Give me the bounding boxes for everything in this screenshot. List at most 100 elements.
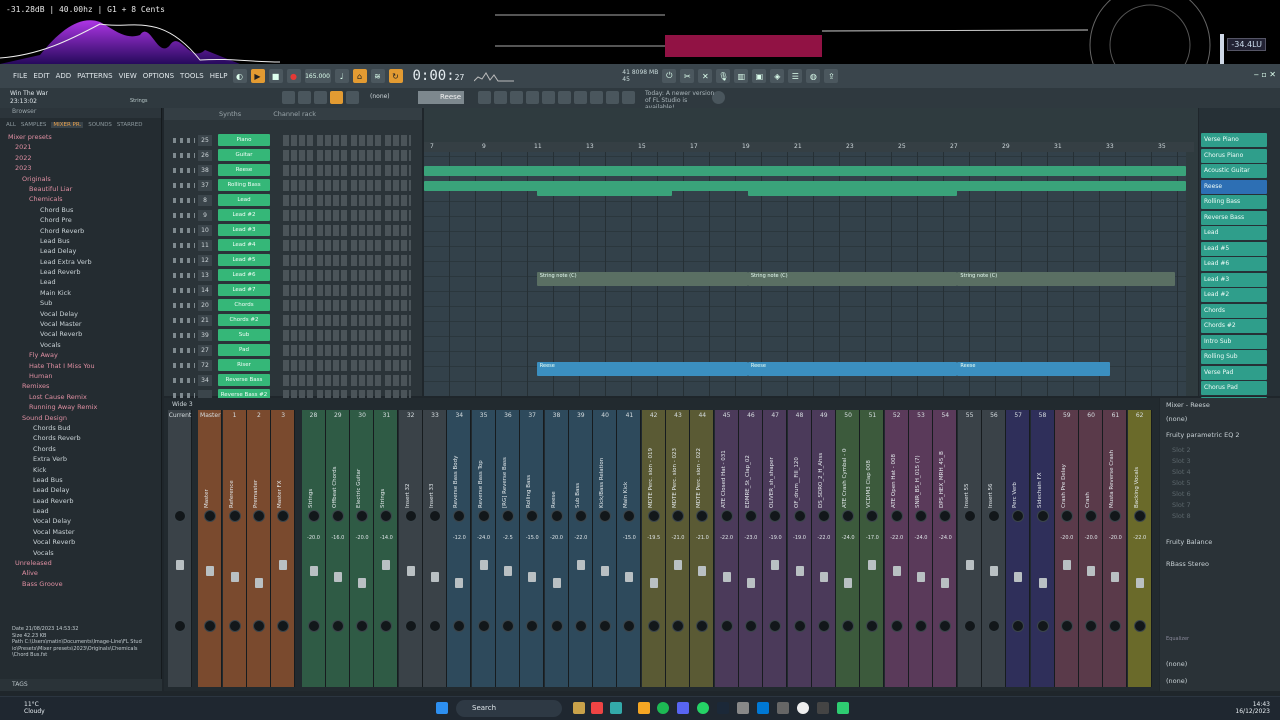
channel-mute-solo[interactable] xyxy=(173,258,195,263)
stereo-knob[interactable] xyxy=(1085,620,1098,632)
browser-file[interactable]: Lead Reverb xyxy=(8,267,161,277)
marker-icon[interactable] xyxy=(590,91,603,104)
browser-file[interactable]: Lead Reverb xyxy=(8,496,161,506)
playlist-clip[interactable]: Reese xyxy=(536,362,748,376)
volume-fader[interactable] xyxy=(528,572,537,582)
menu-add[interactable]: ADD xyxy=(55,72,73,80)
channel-step-sequencer[interactable] xyxy=(283,360,411,371)
pan-knob[interactable] xyxy=(477,510,490,522)
pan-knob[interactable] xyxy=(987,510,1000,522)
volume-fader[interactable] xyxy=(206,566,215,576)
file-explorer-icon[interactable] xyxy=(573,702,585,714)
channel-mixer-track[interactable]: 20 xyxy=(198,300,212,311)
channel-mute-solo[interactable] xyxy=(173,333,195,338)
channel-mixer-track[interactable]: 9 xyxy=(198,210,212,221)
store-icon[interactable] xyxy=(610,702,622,714)
mixer-track[interactable]: 31 Strings -14.0 xyxy=(374,410,399,687)
browser-folder[interactable]: Running Away Remix xyxy=(8,402,161,412)
chat-icon[interactable]: ◍ xyxy=(806,69,821,83)
picker-item[interactable]: Lead #3 xyxy=(1201,272,1267,287)
browser-folder[interactable]: Chemicals xyxy=(8,194,161,204)
channel-name-button[interactable]: Chords xyxy=(218,299,270,311)
picker-item[interactable]: Chords xyxy=(1201,303,1267,318)
pan-knob[interactable] xyxy=(252,510,265,522)
picker-item[interactable]: Verse Piano xyxy=(1201,133,1267,147)
channel-mixer-track[interactable]: 25 xyxy=(198,135,212,146)
pan-knob[interactable] xyxy=(550,510,563,522)
volume-fader[interactable] xyxy=(503,566,512,576)
tab-mixer-presets[interactable]: MIXER PR. xyxy=(51,122,84,128)
channel-step-sequencer[interactable] xyxy=(283,150,411,161)
volume-fader[interactable] xyxy=(1038,578,1047,588)
output-select[interactable]: (none) xyxy=(1166,660,1187,668)
channel-mixer-track[interactable]: 12 xyxy=(198,255,212,266)
pan-knob[interactable] xyxy=(574,510,587,522)
snap-select[interactable]: (none) xyxy=(370,93,390,100)
volume-fader[interactable] xyxy=(230,572,239,582)
playlist-clip-lane[interactable] xyxy=(424,181,1186,191)
volume-fader[interactable] xyxy=(674,560,682,570)
stereo-knob[interactable] xyxy=(477,620,490,632)
mixer-track[interactable]: 57 Perc Verb xyxy=(1006,410,1031,687)
volume-fader[interactable] xyxy=(722,572,731,582)
pan-knob[interactable] xyxy=(1085,510,1098,522)
cpu-icon[interactable]: ⏻ xyxy=(662,69,677,83)
channel-name-button[interactable]: Sub xyxy=(218,329,270,341)
output-select-2[interactable]: (none) xyxy=(1166,677,1187,685)
browser-file[interactable]: Lead Bus xyxy=(8,475,161,485)
browser-file[interactable]: Chord Bus xyxy=(8,205,161,215)
picker-item[interactable]: Rolling Bass xyxy=(1201,195,1267,209)
mixer-track[interactable]: 29 Offbeat Chords -16.0 xyxy=(325,410,350,687)
volume-fader[interactable] xyxy=(965,560,974,570)
playlist-clip[interactable]: String note (C) xyxy=(957,272,1175,286)
browser-file[interactable]: Main Kick xyxy=(8,288,161,298)
pattern-selector[interactable]: Reese xyxy=(418,91,464,104)
volume-fader[interactable] xyxy=(1014,572,1023,582)
plugin-icon[interactable]: ◈ xyxy=(770,69,785,83)
tags-bar[interactable]: TAGS xyxy=(0,679,162,691)
stereo-knob[interactable] xyxy=(1109,620,1122,632)
taskbar-search[interactable]: Search xyxy=(456,700,562,717)
mixer-track[interactable]: 39 Sub Bass -22.0 xyxy=(568,410,593,687)
browser-file[interactable]: Lead xyxy=(8,506,161,516)
pattern-song-toggle[interactable]: ◐ xyxy=(232,69,247,83)
channel-step-sequencer[interactable] xyxy=(283,255,411,266)
tab-samples[interactable]: SAMPLES xyxy=(21,122,46,128)
loop-record-icon[interactable]: ↻ xyxy=(388,69,403,83)
mixer-view[interactable]: Wide 3 xyxy=(172,401,193,408)
pan-knob[interactable] xyxy=(526,510,539,522)
mixer-track[interactable]: 49 DS_SDRO_2_H_Ahss -22.0 xyxy=(811,410,836,687)
mixer-track[interactable]: 36 [RG] Reverse Bass -2.5 xyxy=(495,410,520,687)
channel-mixer-track[interactable]: 14 xyxy=(198,285,212,296)
pan-knob[interactable] xyxy=(672,510,684,522)
pan-knob[interactable] xyxy=(1109,510,1122,522)
tab-all[interactable]: ALL xyxy=(6,122,16,128)
channel-mixer-track[interactable]: 8 xyxy=(198,195,212,206)
stereo-knob[interactable] xyxy=(987,620,1000,632)
channel-mixer-track[interactable]: 38 xyxy=(198,165,212,176)
mixer-track[interactable]: 44 MDTE Perc. sion - 022 -21.0 xyxy=(690,410,715,687)
pan-knob[interactable] xyxy=(1060,510,1073,522)
pan-knob[interactable] xyxy=(174,510,186,522)
tune-icon[interactable] xyxy=(542,91,555,104)
browser-file[interactable]: Lead Extra Verb xyxy=(8,257,161,267)
stereo-knob[interactable] xyxy=(1133,620,1146,632)
channel-step-sequencer[interactable] xyxy=(283,270,411,281)
picker-item[interactable]: Reese xyxy=(1201,179,1267,194)
browser-folder[interactable]: 2022 xyxy=(8,153,161,163)
channel-name-button[interactable]: Pad xyxy=(218,344,270,356)
stereo-knob[interactable] xyxy=(429,620,441,632)
mixer-track[interactable]: 58 Sidechain FX xyxy=(1030,410,1055,687)
browser-file[interactable]: Vocal Master xyxy=(8,319,161,329)
pan-knob[interactable] xyxy=(939,510,952,522)
undo-icon[interactable] xyxy=(558,91,571,104)
fx-slot-empty[interactable]: Slot 2 xyxy=(1172,446,1191,454)
mixer-track[interactable]: 2 Premaster xyxy=(246,410,271,687)
mixer-icon[interactable] xyxy=(526,91,539,104)
close-tool-icon[interactable]: ✕ xyxy=(698,69,713,83)
picker-item[interactable]: Chorus Piano xyxy=(1201,148,1267,163)
channel-mixer-track[interactable]: 13 xyxy=(198,270,212,281)
chrome-icon[interactable] xyxy=(591,702,603,714)
fx-slot-empty[interactable]: Slot 8 xyxy=(1172,512,1191,520)
channel-step-sequencer[interactable] xyxy=(283,240,411,251)
